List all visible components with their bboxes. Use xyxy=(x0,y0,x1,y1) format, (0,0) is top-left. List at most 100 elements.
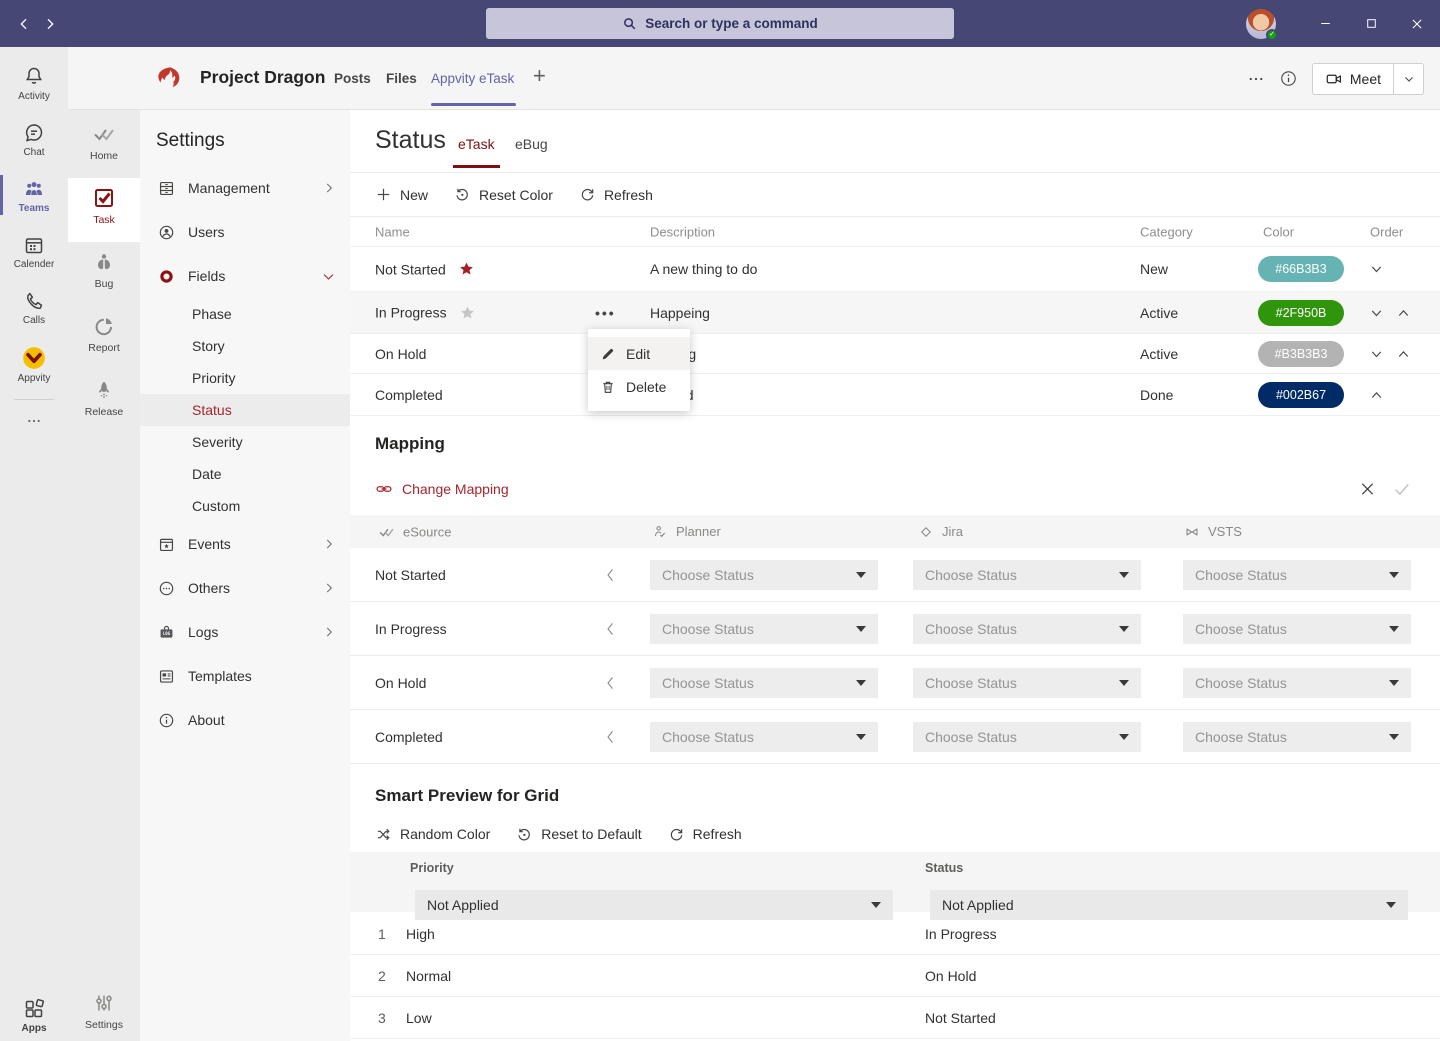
chevron-left-icon xyxy=(602,728,620,746)
more-apps-button[interactable] xyxy=(0,406,68,436)
module-bug[interactable]: Bug xyxy=(68,242,140,306)
vsts-status-dropdown[interactable]: Choose Status xyxy=(1183,560,1411,590)
appvity-logo-icon xyxy=(21,345,47,371)
search-input[interactable]: Search or type a command xyxy=(486,8,954,39)
reset-color-button[interactable]: Reset Color xyxy=(454,186,553,203)
sidebar-item-calls[interactable]: Calls xyxy=(0,281,68,337)
close-button[interactable] xyxy=(1394,0,1440,47)
circle-ellipsis-icon xyxy=(156,579,176,598)
vsts-status-dropdown[interactable]: Choose Status xyxy=(1183,722,1411,752)
mapping-row: Not Started Choose Status Choose Status … xyxy=(350,548,1440,602)
maximize-button[interactable] xyxy=(1348,0,1394,47)
change-mapping-link[interactable]: Change Mapping xyxy=(375,480,509,498)
tab-posts[interactable]: Posts xyxy=(334,71,371,86)
star-gray-icon[interactable] xyxy=(459,304,476,321)
sidebar-item-apps[interactable]: Apps xyxy=(0,989,68,1041)
module-release[interactable]: Release xyxy=(68,370,140,434)
context-menu-edit[interactable]: Edit xyxy=(588,337,690,370)
sidebar-item-teams[interactable]: Teams xyxy=(0,169,68,225)
mapping-row: In Progress Choose Status Choose Status … xyxy=(350,602,1440,656)
nav-label: Fields xyxy=(188,268,225,284)
nav-fields-status[interactable]: Status xyxy=(140,394,350,426)
nav-fields-phase[interactable]: Phase xyxy=(140,298,350,330)
meet-button[interactable]: Meet xyxy=(1313,64,1393,94)
module-home[interactable]: Home xyxy=(68,114,140,178)
refresh-button[interactable]: Refresh xyxy=(579,186,653,203)
page-head: Status eTask eBug xyxy=(350,110,1440,172)
reset-to-default-button[interactable]: Reset to Default xyxy=(516,826,641,843)
dropdown-caret-icon xyxy=(871,902,881,908)
planner-status-dropdown[interactable]: Choose Status xyxy=(650,722,878,752)
cancel-mapping-button[interactable] xyxy=(1358,480,1377,499)
nav-logs[interactable]: LOG Logs xyxy=(140,610,350,654)
info-icon[interactable] xyxy=(1279,69,1298,88)
random-color-button[interactable]: Random Color xyxy=(375,826,490,843)
table-row[interactable]: In Progress ••• Happeing Active #2F950B xyxy=(350,292,1440,334)
nav-about[interactable]: About xyxy=(140,698,350,742)
stack-icon xyxy=(156,179,176,198)
planner-status-dropdown[interactable]: Choose Status xyxy=(650,614,878,644)
jira-status-dropdown[interactable]: Choose Status xyxy=(913,614,1141,644)
vsts-status-dropdown[interactable]: Choose Status xyxy=(1183,614,1411,644)
sidebar-item-appvity[interactable]: Appvity xyxy=(0,337,68,393)
jira-status-dropdown[interactable]: Choose Status xyxy=(913,560,1141,590)
planner-status-dropdown[interactable]: Choose Status xyxy=(650,668,878,698)
nav-fields-severity[interactable]: Severity xyxy=(140,426,350,458)
nav-events[interactable]: Events xyxy=(140,522,350,566)
nav-fields-priority[interactable]: Priority xyxy=(140,362,350,394)
pie-chart-icon xyxy=(92,314,116,338)
module-settings[interactable]: Settings xyxy=(68,983,140,1041)
meet-caret-button[interactable] xyxy=(1393,64,1423,94)
nav-templates[interactable]: Templates xyxy=(140,654,350,698)
move-down-button[interactable] xyxy=(1368,304,1385,321)
color-pill[interactable]: #002B67 xyxy=(1258,382,1344,408)
nav-fields-story[interactable]: Story xyxy=(140,330,350,362)
new-button[interactable]: New xyxy=(375,186,428,203)
jira-status-dropdown[interactable]: Choose Status xyxy=(913,668,1141,698)
context-menu-delete[interactable]: Delete xyxy=(588,370,690,403)
refresh-button[interactable]: Refresh xyxy=(668,826,742,843)
status-table-header: Name Description Category Color Order xyxy=(350,217,1440,247)
tab-appvity-etask[interactable]: Appvity eTask xyxy=(431,71,514,86)
table-row[interactable]: On Hold Waiting Active #B3B3B3 xyxy=(350,334,1440,374)
sidebar-item-label: Chat xyxy=(23,147,44,158)
jira-status-dropdown[interactable]: Choose Status xyxy=(913,722,1141,752)
vsts-status-dropdown[interactable]: Choose Status xyxy=(1183,668,1411,698)
nav-users[interactable]: Users xyxy=(140,210,350,254)
planner-status-dropdown[interactable]: Choose Status xyxy=(650,560,878,590)
color-pill[interactable]: #66B3B3 xyxy=(1258,256,1344,282)
tab-ebug[interactable]: eBug xyxy=(515,136,548,152)
module-label: Report xyxy=(88,342,120,354)
move-down-button[interactable] xyxy=(1368,345,1385,362)
avatar[interactable]: ✓ xyxy=(1246,9,1276,39)
forward-button[interactable] xyxy=(38,12,62,36)
back-button[interactable] xyxy=(12,12,36,36)
sidebar-item-activity[interactable]: Activity xyxy=(0,57,68,113)
minimize-button[interactable] xyxy=(1302,0,1348,47)
move-down-button[interactable] xyxy=(1368,261,1385,278)
nav-fields[interactable]: Fields xyxy=(140,254,350,298)
star-filled-icon[interactable] xyxy=(458,261,475,278)
row-more-button[interactable]: ••• xyxy=(595,305,616,321)
move-up-button[interactable] xyxy=(1368,386,1385,403)
table-row[interactable]: Not Started A new thing to do New #66B3B… xyxy=(350,247,1440,292)
move-up-button[interactable] xyxy=(1395,345,1412,362)
sidebar-item-chat[interactable]: Chat xyxy=(0,113,68,169)
color-pill[interactable]: #B3B3B3 xyxy=(1258,341,1344,367)
sidebar-item-calendar[interactable]: Calender xyxy=(0,225,68,281)
tab-files[interactable]: Files xyxy=(386,71,417,86)
nav-management[interactable]: Management xyxy=(140,166,350,210)
add-tab-button[interactable]: + xyxy=(533,63,546,89)
module-report[interactable]: Report xyxy=(68,306,140,370)
table-row[interactable]: Completed Closed Done #002B67 xyxy=(350,374,1440,416)
nav-fields-custom[interactable]: Custom xyxy=(140,490,350,522)
color-pill[interactable]: #2F950B xyxy=(1258,300,1344,326)
move-up-button[interactable] xyxy=(1395,304,1412,321)
module-task[interactable]: Task xyxy=(68,178,140,242)
nav-others[interactable]: Others xyxy=(140,566,350,610)
status-description: Happeing xyxy=(650,305,710,321)
nav-fields-date[interactable]: Date xyxy=(140,458,350,490)
more-options-icon[interactable] xyxy=(1247,70,1265,88)
tab-etask[interactable]: eTask xyxy=(458,136,495,152)
confirm-mapping-button[interactable] xyxy=(1392,479,1412,499)
